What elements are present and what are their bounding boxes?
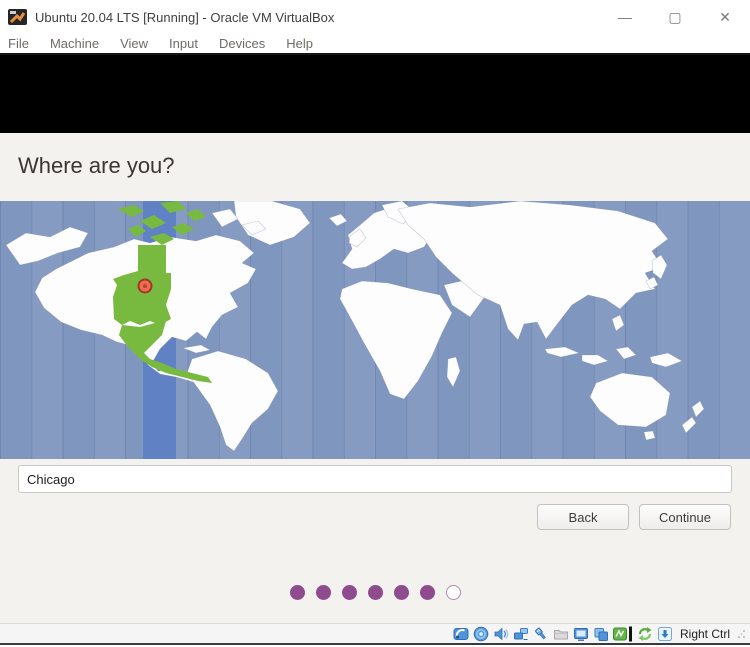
progress-dot xyxy=(341,585,357,600)
progress-dot xyxy=(419,585,435,600)
progress-dot xyxy=(445,585,461,600)
menu-file[interactable]: File xyxy=(8,36,29,51)
progress-dot xyxy=(289,585,305,600)
menu-view[interactable]: View xyxy=(120,36,148,51)
network-icon[interactable] xyxy=(513,625,530,642)
location-input[interactable] xyxy=(18,465,732,493)
timezone-map[interactable] xyxy=(0,201,750,459)
resize-grip[interactable] xyxy=(736,628,746,640)
shared-folders-icon[interactable] xyxy=(553,625,570,642)
mouse-integration-icon[interactable] xyxy=(637,625,654,642)
virtualbox-app-icon xyxy=(8,9,27,25)
menu-input[interactable]: Input xyxy=(169,36,198,51)
hard-disks-icon[interactable] xyxy=(453,625,470,642)
display-icon[interactable] xyxy=(573,625,590,642)
vm-status-bar: Right Ctrl xyxy=(0,623,750,643)
progress-dot xyxy=(315,585,331,600)
window-titlebar: Ubuntu 20.04 LTS [Running] - Oracle VM V… xyxy=(0,0,750,34)
continue-button[interactable]: Continue xyxy=(639,504,731,530)
optical-drives-icon[interactable] xyxy=(473,625,490,642)
menu-help[interactable]: Help xyxy=(286,36,313,51)
progress-dots xyxy=(0,585,750,600)
minimize-button[interactable]: — xyxy=(600,0,650,34)
keyboard-icon[interactable] xyxy=(657,625,674,642)
vm-screen-letterbox xyxy=(0,55,750,133)
recording-icon[interactable] xyxy=(593,625,610,642)
window-bottom-edge xyxy=(0,643,750,645)
maximize-button[interactable]: ▢ xyxy=(650,0,700,34)
installer-panel: Where are you? Chicago Back Continue xyxy=(0,133,750,623)
menu-machine[interactable]: Machine xyxy=(50,36,99,51)
page-title: Where are you? xyxy=(18,153,175,178)
usb-icon[interactable] xyxy=(533,625,550,642)
close-button[interactable]: ✕ xyxy=(700,0,750,34)
progress-dot xyxy=(367,585,383,600)
back-button[interactable]: Back xyxy=(537,504,629,530)
audio-icon[interactable] xyxy=(493,625,510,642)
city-marker xyxy=(137,278,153,294)
features-indicator-icon[interactable] xyxy=(613,625,634,642)
menu-devices[interactable]: Devices xyxy=(219,36,265,51)
progress-dot xyxy=(393,585,409,600)
menu-bar: File Machine View Input Devices Help xyxy=(0,34,750,55)
host-key-label: Right Ctrl xyxy=(679,626,730,641)
window-title: Ubuntu 20.04 LTS [Running] - Oracle VM V… xyxy=(35,9,335,25)
